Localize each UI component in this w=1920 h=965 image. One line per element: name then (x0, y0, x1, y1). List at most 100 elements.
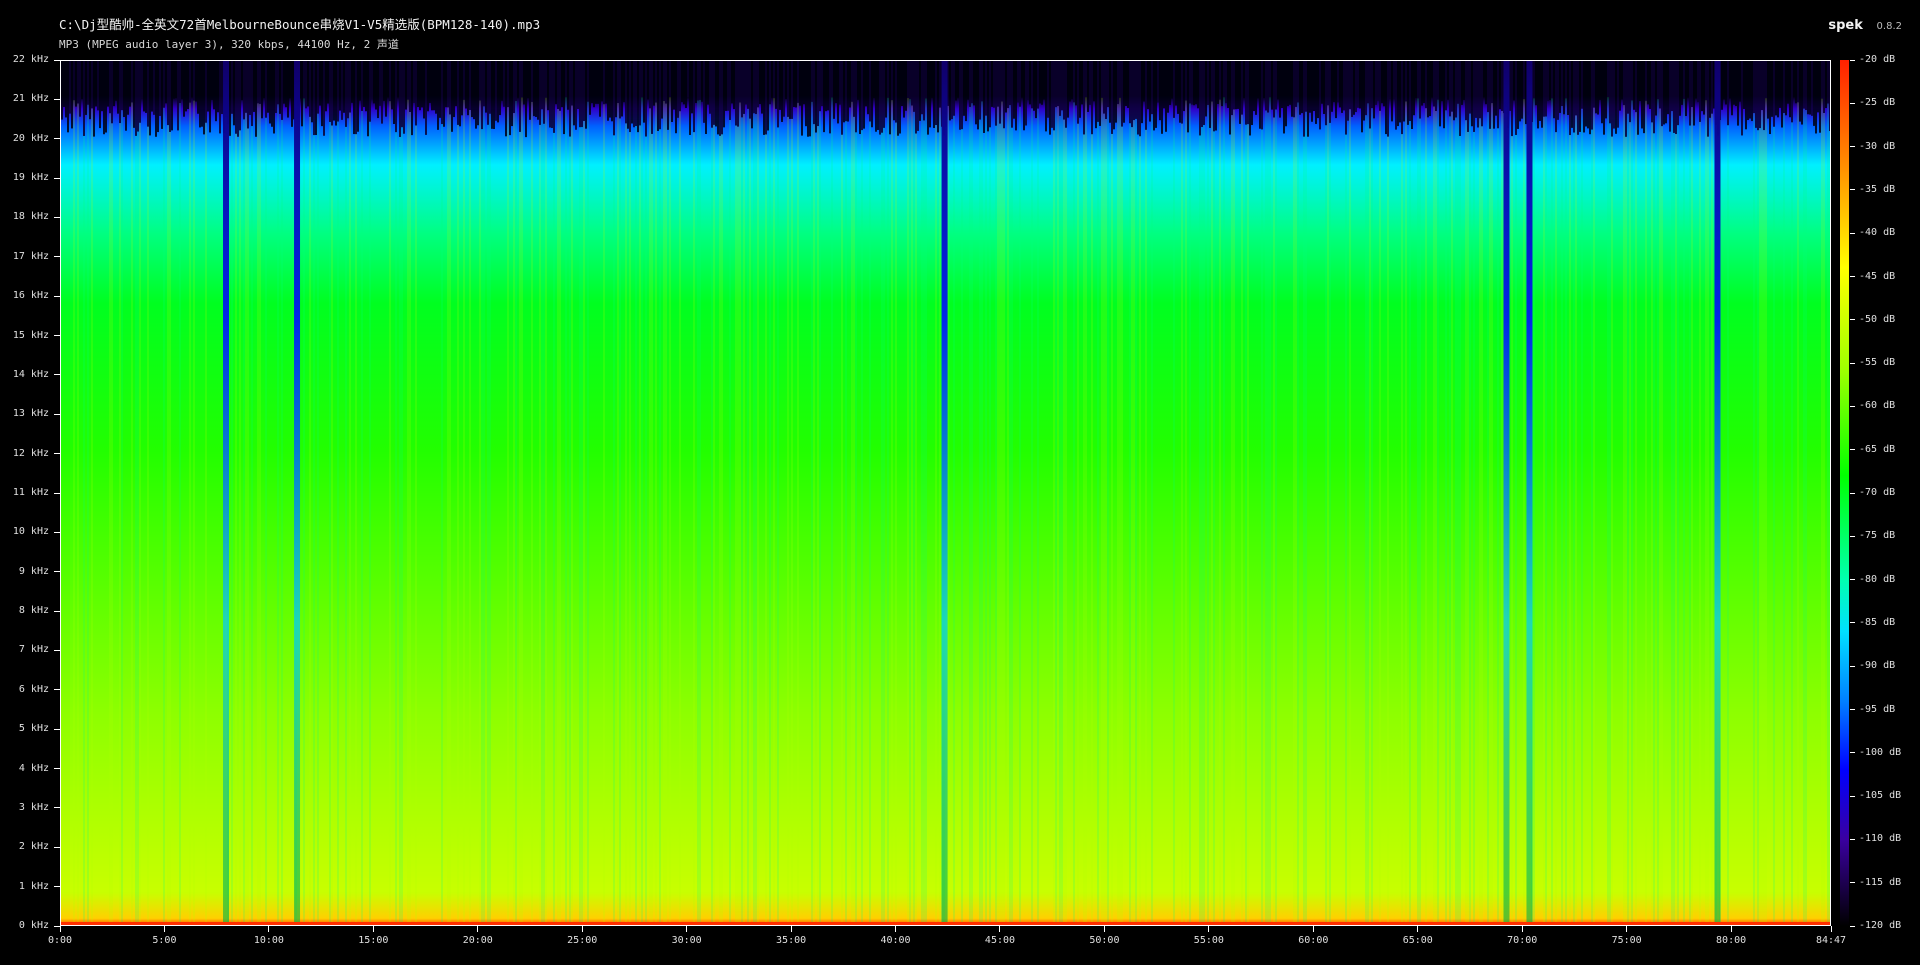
spectrum-cutoff-segment (339, 61, 341, 111)
y-tick-label: 11 kHz (12, 487, 49, 498)
spectrum-cutoff-segment (1403, 61, 1405, 122)
spectrogram-plot[interactable] (60, 60, 1831, 926)
db-tick-mark (1850, 535, 1855, 537)
texture-stripe (1487, 112, 1489, 925)
spectrum-cutoff-segment (857, 61, 859, 100)
spectrum-cutoff-segment (1033, 61, 1035, 111)
spectrum-cutoff-segment (1465, 61, 1467, 121)
spectrum-cutoff-segment (281, 61, 283, 120)
texture-stripe (749, 118, 751, 925)
spectrum-cutoff-segment (847, 61, 849, 122)
texture-stripe (1145, 129, 1147, 925)
spectrum-cutoff-segment (1049, 61, 1051, 135)
spectrum-cutoff-segment (1537, 61, 1539, 129)
spectrum-cutoff-segment (1813, 61, 1815, 126)
spectrum-cutoff-segment (1811, 61, 1813, 116)
texture-stripe (1451, 111, 1453, 925)
spectrum-cutoff-segment (683, 61, 685, 105)
spectrum-cutoff-segment (75, 61, 77, 107)
spectrum-cutoff-segment (463, 61, 465, 100)
db-tick-label: -20 dB (1859, 54, 1896, 65)
spectrum-cutoff-segment (1569, 61, 1571, 136)
texture-stripe (1077, 123, 1079, 925)
texture-stripe (635, 126, 637, 925)
spectrum-cutoff-segment (83, 61, 85, 136)
spectrum-cutoff-segment (173, 61, 175, 99)
spectrum-cutoff-segment (1087, 61, 1089, 112)
spectrum-cutoff-segment (453, 61, 455, 118)
spectrum-cutoff-segment (571, 61, 573, 106)
db-tick-label: -80 dB (1859, 573, 1896, 585)
spectrum-cutoff-segment (799, 61, 801, 106)
spectrum-cutoff-segment (1161, 61, 1163, 134)
spectrum-cutoff-segment (497, 61, 499, 123)
spectrum-cutoff-segment (1393, 61, 1395, 99)
texture-stripe (997, 106, 999, 925)
texture-stripe (739, 102, 741, 925)
db-tick-label: -100 dB (1859, 746, 1902, 758)
spectrum-cutoff-segment (643, 61, 645, 123)
texture-stripe (651, 133, 653, 925)
spectrum-cutoff-segment (265, 61, 267, 118)
spectrum-cutoff-segment (1701, 61, 1703, 112)
db-tick-mark (1850, 838, 1855, 840)
spectrum-cutoff-segment (1237, 61, 1239, 109)
texture-stripe (345, 126, 347, 925)
texture-stripe (619, 118, 621, 925)
spectrum-cutoff-segment (761, 61, 763, 114)
spectrum-cutoff-segment (1281, 61, 1283, 109)
spectrum-cutoff-segment (1203, 61, 1205, 125)
spectrum-cutoff-segment (1231, 61, 1233, 116)
spectrum-cutoff-segment (1447, 61, 1449, 100)
spectrum-cutoff-segment (607, 61, 609, 121)
spectrum-cutoff-segment (1209, 61, 1211, 128)
spectrum-cutoff-segment (1273, 61, 1275, 118)
spectrum-cutoff-segment (447, 61, 449, 108)
texture-stripe (361, 110, 363, 925)
spectrum-cutoff-segment (1341, 61, 1343, 113)
spectrum-cutoff-segment (553, 61, 555, 133)
spectrum-cutoff-segment (1015, 61, 1017, 131)
spectrum-cutoff-segment (1399, 61, 1401, 123)
spectrum-cutoff-segment (549, 61, 551, 128)
spectrum-cutoff-segment (291, 61, 293, 127)
spectrum-cutoff-segment (143, 61, 145, 112)
spectrum-cutoff-segment (1355, 61, 1357, 113)
spectrum-cutoff-segment (1423, 61, 1425, 103)
spectrum-cutoff-segment (1165, 61, 1167, 132)
spectrum-cutoff-segment (875, 61, 877, 132)
spectrum-cutoff-segment (155, 61, 157, 137)
spectrum-cutoff-segment (235, 61, 237, 134)
texture-stripe (1245, 124, 1247, 925)
spectrum-cutoff-segment (1409, 61, 1411, 122)
spectrum-cutoff-segment (1827, 61, 1829, 104)
y-tick-label: 22 kHz (12, 54, 49, 65)
spectrum-cutoff-segment (977, 61, 979, 130)
spectrum-cutoff-segment (651, 61, 653, 134)
texture-stripe (1515, 134, 1517, 925)
texture-stripe (257, 103, 259, 925)
spectrum-cutoff-segment (969, 61, 971, 107)
spectrum-cutoff-segment (535, 61, 537, 117)
spectrum-cutoff-segment (775, 61, 777, 109)
spectrum-cutoff-segment (1167, 61, 1169, 113)
spectrum-cutoff-segment (433, 61, 435, 111)
spectrum-cutoff-segment (377, 61, 379, 119)
spectrum-cutoff-segment (199, 61, 201, 128)
spectrum-cutoff-segment (89, 61, 91, 120)
texture-stripe (953, 115, 955, 925)
spectrum-cutoff-segment (459, 61, 461, 127)
y-tick-mark (54, 138, 60, 140)
spectrum-cutoff-segment (1197, 61, 1199, 109)
spectrum-cutoff-segment (1269, 61, 1271, 98)
y-tick-mark (54, 846, 60, 848)
spectrum-cutoff-segment (1101, 61, 1103, 98)
texture-stripe (1657, 99, 1659, 925)
spectrum-cutoff-segment (1545, 61, 1547, 117)
texture-stripe (757, 107, 759, 925)
y-tick-label: 14 kHz (12, 368, 49, 380)
spectrum-cutoff-segment (689, 61, 691, 135)
spectrum-cutoff-segment (191, 61, 193, 98)
spectrum-cutoff-segment (805, 61, 807, 127)
spectrum-cutoff-segment (1261, 61, 1263, 130)
